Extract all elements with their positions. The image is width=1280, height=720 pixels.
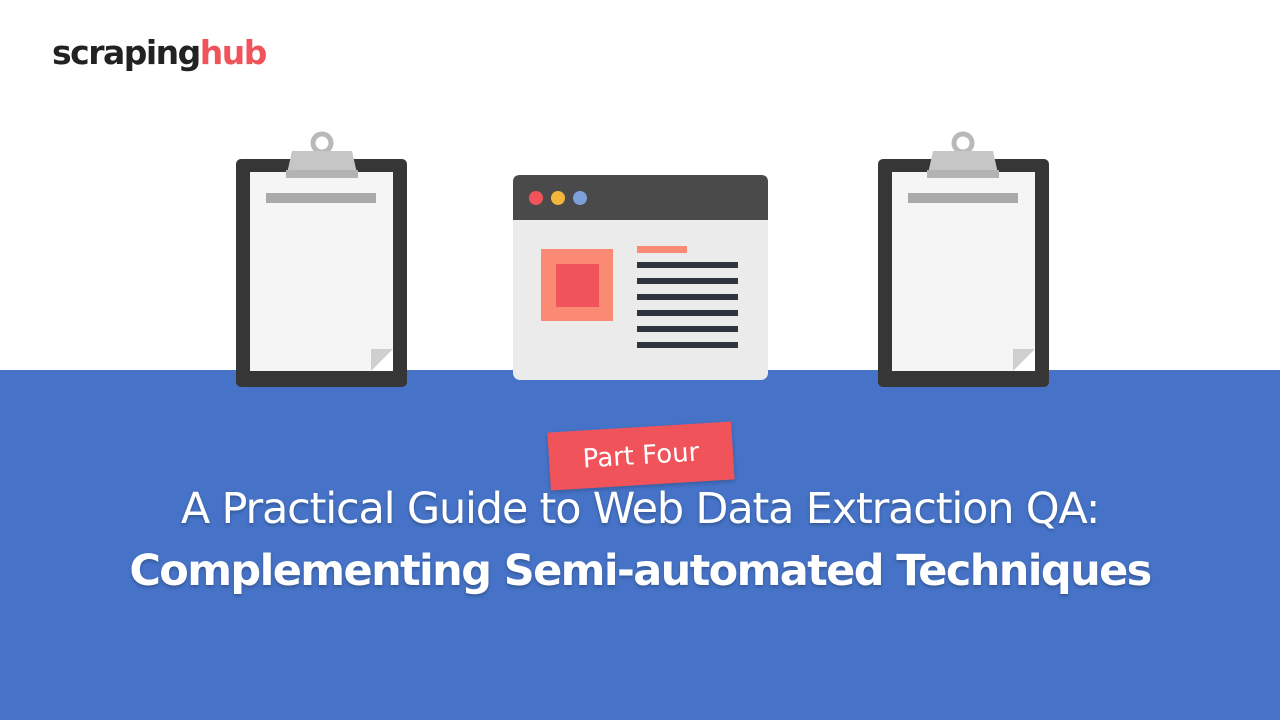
headline-line-1: A Practical Guide to Web Data Extraction… xyxy=(180,484,1100,534)
illustration xyxy=(236,131,1049,387)
blue-band xyxy=(0,370,1280,720)
browser-window-icon xyxy=(513,175,768,380)
clipboard-icon xyxy=(236,131,407,387)
headline-line-2: Complementing Semi-automated Techniques xyxy=(129,546,1152,596)
part-badge-label: Part Four xyxy=(581,437,701,475)
part-badge: Part Four xyxy=(547,421,735,491)
clipboard-icon xyxy=(878,131,1049,387)
banner: scrapinghub Part Four A Practical Guide … xyxy=(0,0,1280,720)
